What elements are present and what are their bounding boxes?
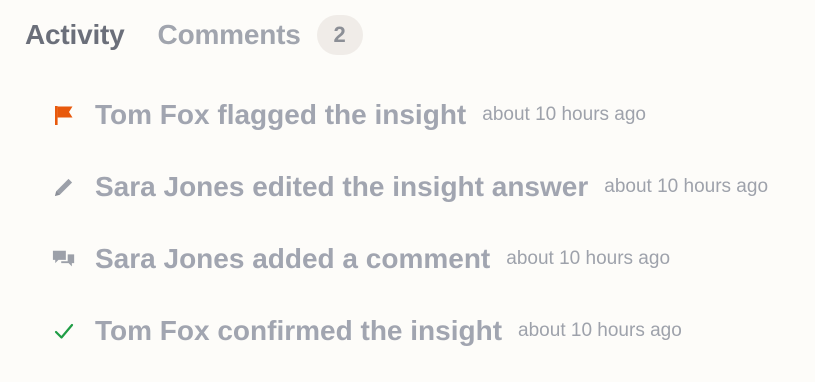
activity-message: Sara Jones edited the insight answer <box>95 171 589 202</box>
tab-activity[interactable]: Activity <box>25 14 125 56</box>
comments-icon <box>52 238 76 280</box>
activity-item: Sara Jones added a comment about 10 hour… <box>52 238 812 310</box>
activity-message: Sara Jones added a comment <box>95 243 491 274</box>
activity-feed: Tom Fox flagged the insight about 10 hou… <box>52 94 812 382</box>
activity-time: about 10 hours ago <box>506 248 671 269</box>
pencil-icon <box>52 166 76 208</box>
activity-time: about 10 hours ago <box>518 320 682 341</box>
activity-item: Tom Fox confirmed the insight about 10 h… <box>52 310 812 382</box>
check-icon <box>52 310 76 352</box>
activity-item: Sara Jones edited the insight answer abo… <box>52 166 812 238</box>
activity-message: Tom Fox flagged the insight <box>95 99 467 130</box>
comments-count-badge: 2 <box>316 15 363 55</box>
flag-icon <box>52 94 76 136</box>
activity-time: about 10 hours ago <box>482 104 646 125</box>
activity-tabs: Activity Comments 2 <box>25 14 363 56</box>
activity-item: Tom Fox flagged the insight about 10 hou… <box>52 94 812 166</box>
tab-comments[interactable]: Comments <box>158 14 301 56</box>
activity-message: Tom Fox confirmed the insight <box>95 315 503 346</box>
activity-time: about 10 hours ago <box>604 176 769 197</box>
